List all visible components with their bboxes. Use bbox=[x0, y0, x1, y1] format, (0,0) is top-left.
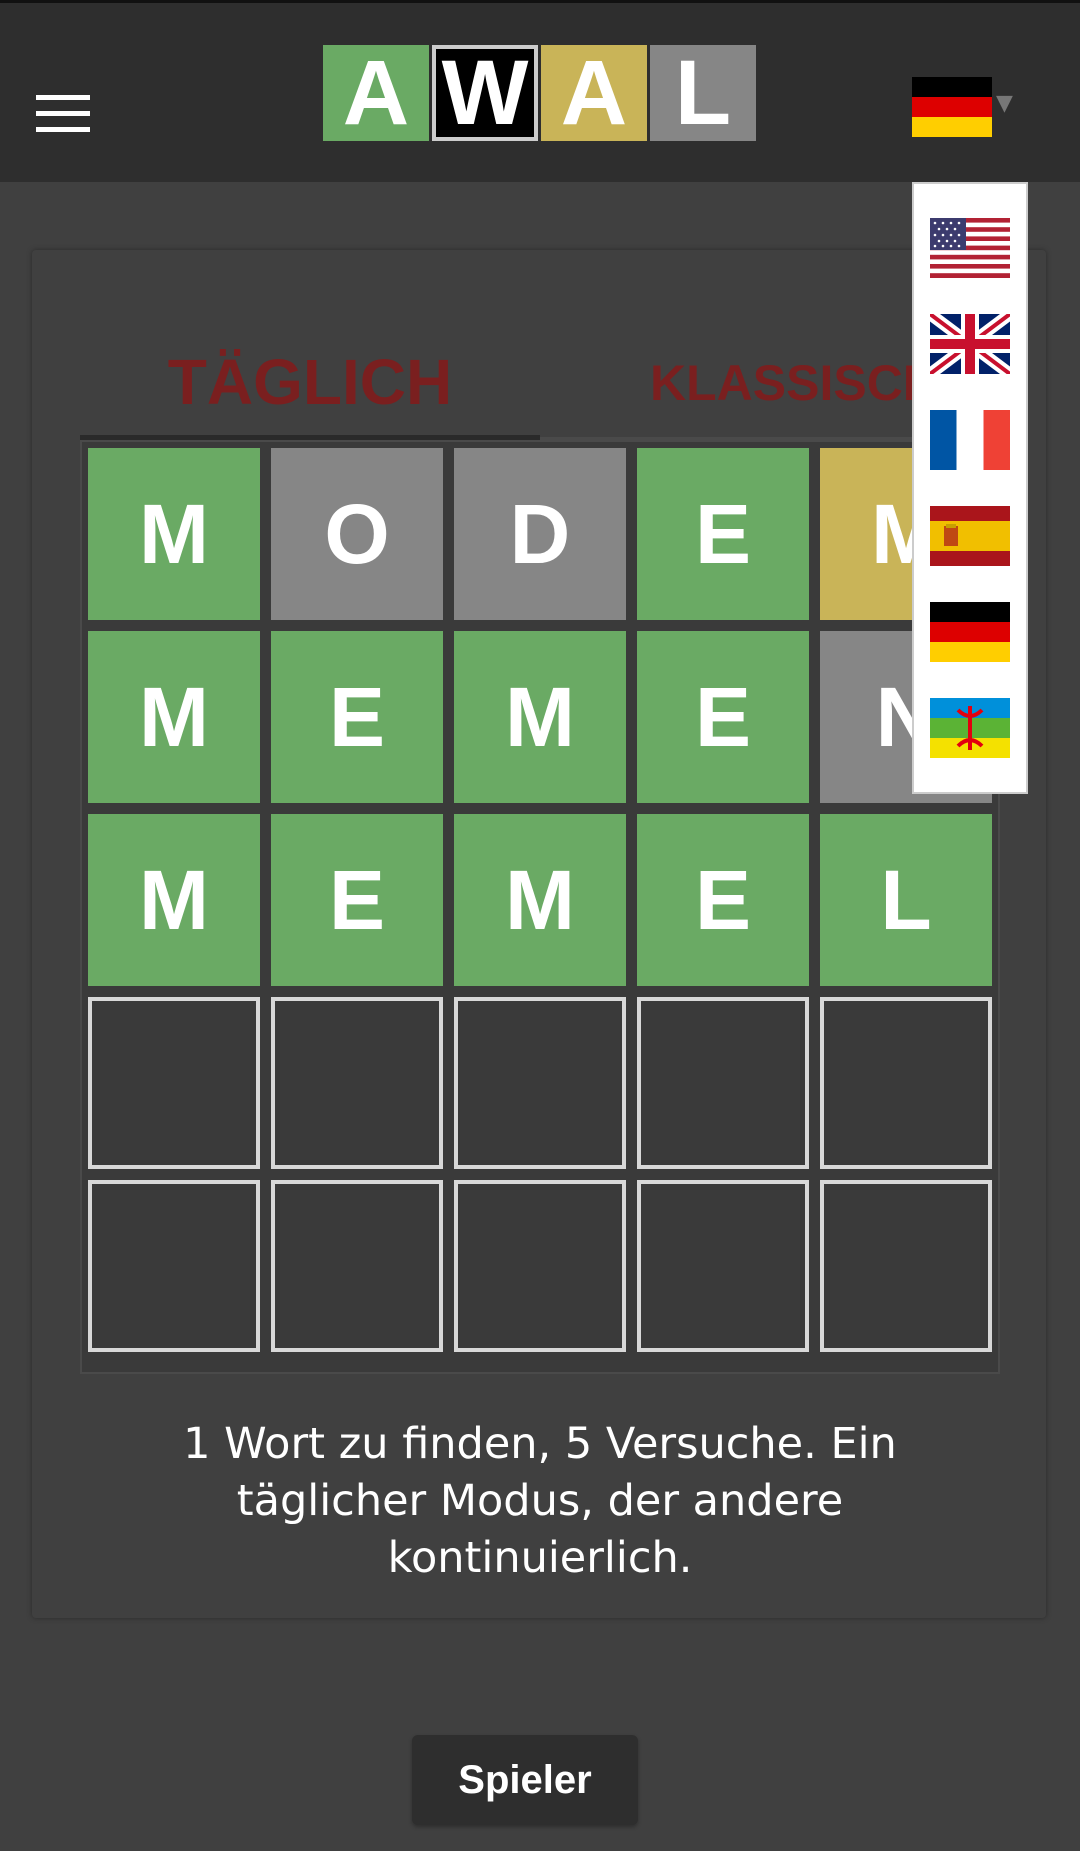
logo-letter: W bbox=[432, 45, 538, 141]
logo-letter: A bbox=[541, 45, 647, 141]
uk-flag-icon[interactable] bbox=[930, 314, 1010, 374]
board-tile bbox=[637, 1180, 809, 1352]
board-tile: D bbox=[454, 448, 626, 620]
berber-flag-icon[interactable] bbox=[930, 698, 1010, 758]
board-tile bbox=[88, 997, 260, 1169]
board-tile: M bbox=[454, 631, 626, 803]
game-board: MODEMMEMENMEMEL bbox=[80, 440, 1000, 1374]
board-tile bbox=[820, 1180, 992, 1352]
board-tile: M bbox=[88, 814, 260, 986]
player-button[interactable]: Spieler bbox=[412, 1735, 638, 1825]
france-flag-icon[interactable] bbox=[930, 410, 1010, 470]
logo-letter: A bbox=[323, 45, 429, 141]
board-tile bbox=[271, 997, 443, 1169]
board-tile: M bbox=[454, 814, 626, 986]
tab-daily-label: TÄGLICH bbox=[167, 345, 453, 418]
language-selector[interactable]: ▼ bbox=[912, 77, 1016, 137]
board-tile bbox=[88, 1180, 260, 1352]
board-tile: E bbox=[271, 814, 443, 986]
game-description: 1 Wort zu finden, 5 Versuche. Ein täglic… bbox=[183, 1419, 897, 1583]
hamburger-menu-icon[interactable] bbox=[36, 95, 90, 133]
logo-letter: L bbox=[650, 45, 756, 141]
board-tile bbox=[820, 997, 992, 1169]
german-flag-icon bbox=[912, 77, 992, 137]
tab-daily[interactable]: TÄGLICH bbox=[80, 328, 540, 440]
board-tile: E bbox=[637, 631, 809, 803]
tab-classic-label: KLASSISCH bbox=[650, 354, 939, 411]
spain-flag-icon[interactable] bbox=[930, 506, 1010, 566]
board-tile: M bbox=[88, 448, 260, 620]
german-flag-icon[interactable] bbox=[930, 602, 1010, 662]
board-tile: O bbox=[271, 448, 443, 620]
board-tile bbox=[271, 1180, 443, 1352]
board-tile: L bbox=[820, 814, 992, 986]
board-tile: E bbox=[637, 814, 809, 986]
board-tile bbox=[454, 997, 626, 1169]
us-flag-icon[interactable] bbox=[930, 218, 1010, 278]
mode-tabs: TÄGLICH KLASSISCH bbox=[80, 328, 1000, 440]
board-tile bbox=[454, 1180, 626, 1352]
chevron-down-icon: ▼ bbox=[996, 91, 1013, 116]
language-dropdown bbox=[912, 182, 1028, 794]
top-bar: A W A L ▼ bbox=[0, 0, 1080, 182]
awal-logo: A W A L bbox=[323, 45, 756, 141]
board-tile: E bbox=[271, 631, 443, 803]
board-tile: M bbox=[88, 631, 260, 803]
board-tile bbox=[637, 997, 809, 1169]
board-tile: E bbox=[637, 448, 809, 620]
